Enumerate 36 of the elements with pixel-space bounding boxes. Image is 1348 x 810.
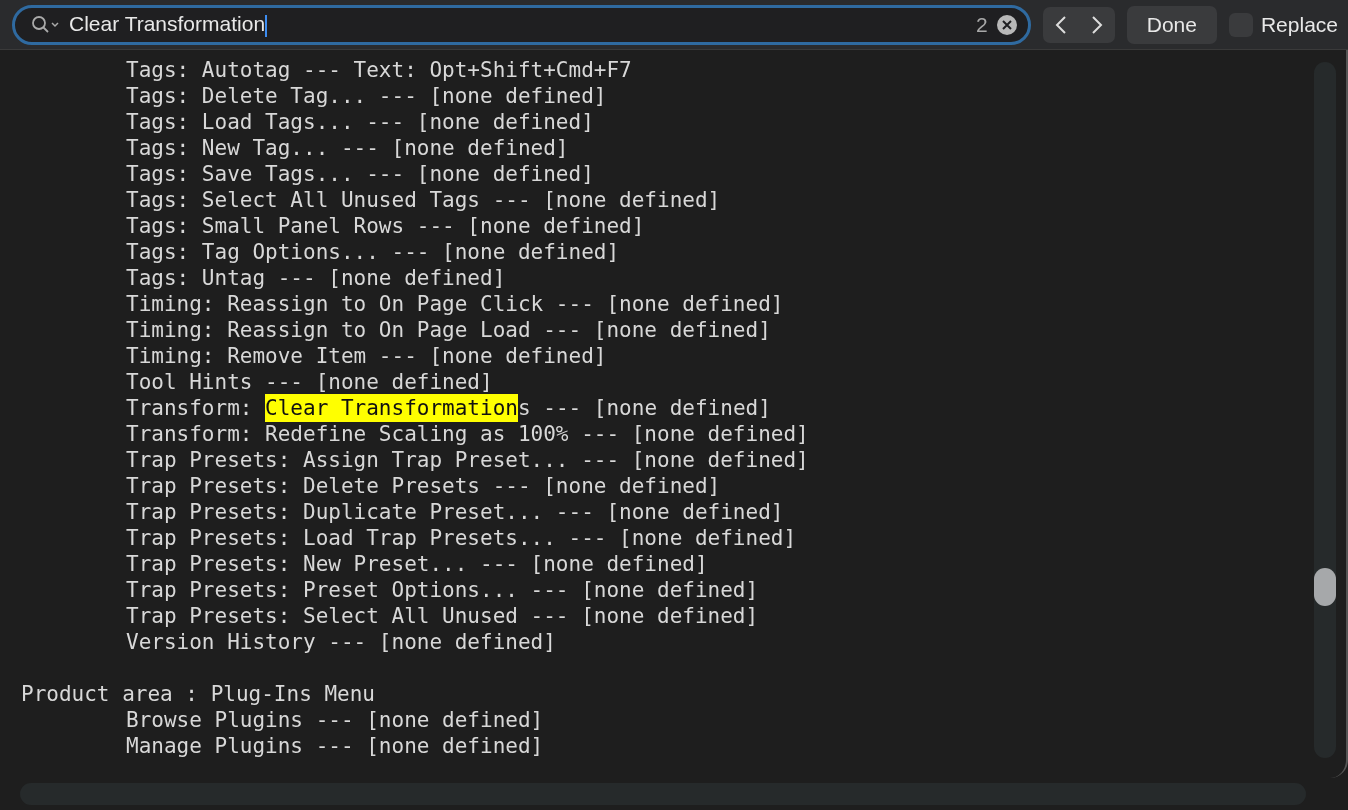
search-icon bbox=[31, 14, 61, 35]
code-line: Trap Presets: Assign Trap Preset... --- [none defined] bbox=[126, 448, 809, 472]
code-line: Tool Hints --- [none defined] bbox=[126, 370, 493, 394]
code-line: Tags: Autotag --- Text: Opt+Shift+Cmd+F7 bbox=[126, 58, 632, 82]
code-line: Trap Presets: Select All Unused --- [none defined] bbox=[126, 604, 759, 628]
match-count: 2 bbox=[976, 12, 988, 37]
section-heading: Product area : Plug-Ins Menu bbox=[21, 682, 375, 706]
code-line: Trap Presets: New Preset... --- [none defined] bbox=[126, 552, 708, 576]
code-line: Timing: Remove Item --- [none defined] bbox=[126, 344, 607, 368]
code-line: Transform: Redefine Scaling as 100% --- [none defined] bbox=[126, 422, 809, 446]
code-line: Tags: Untag --- [none defined] bbox=[126, 266, 506, 290]
code-line: Tags: Delete Tag... --- [none defined] bbox=[126, 84, 607, 108]
chevron-left-icon bbox=[1054, 14, 1067, 35]
code-line: Trap Presets: Preset Options... --- [none defined] bbox=[126, 578, 759, 602]
code-line: Tags: Tag Options... --- [none defined] bbox=[126, 240, 620, 264]
search-text: Clear Transformation bbox=[69, 12, 269, 37]
search-field[interactable]: Clear Transformation 2 bbox=[12, 4, 1031, 45]
scrollbar-thumb[interactable] bbox=[1314, 568, 1336, 606]
done-button[interactable]: Done bbox=[1126, 5, 1217, 44]
replace-label: Replace bbox=[1260, 12, 1338, 37]
code-line: Transform: Clear Transformations --- [none defined] bbox=[126, 394, 771, 422]
code-line: Timing: Reassign to On Page Load --- [none defined] bbox=[126, 318, 771, 342]
chevron-right-icon bbox=[1090, 14, 1103, 35]
code-line: Trap Presets: Load Trap Presets... --- [none defined] bbox=[126, 526, 797, 550]
code-line: Tags: Load Tags... --- [none defined] bbox=[126, 110, 594, 134]
code-line: Timing: Reassign to On Page Click --- [none defined] bbox=[126, 292, 784, 316]
code-line: Tags: Small Panel Rows --- [none defined] bbox=[126, 214, 645, 238]
code-line: Trap Presets: Delete Presets --- [none defined] bbox=[126, 474, 721, 498]
code-line: Manage Plugins --- [none defined] bbox=[126, 734, 544, 758]
code-line: Tags: Save Tags... --- [none defined] bbox=[126, 162, 594, 186]
code-line: Tags: Select All Unused Tags --- [none defined] bbox=[126, 188, 721, 212]
clear-icon[interactable] bbox=[995, 13, 1018, 36]
code-line: Version History --- [none defined] bbox=[126, 630, 556, 654]
code-line: Browse Plugins --- [none defined] bbox=[126, 708, 544, 732]
code-line: Tags: New Tag... --- [none defined] bbox=[126, 136, 569, 160]
code-line: Trap Presets: Duplicate Preset... --- [none defined] bbox=[126, 500, 784, 524]
